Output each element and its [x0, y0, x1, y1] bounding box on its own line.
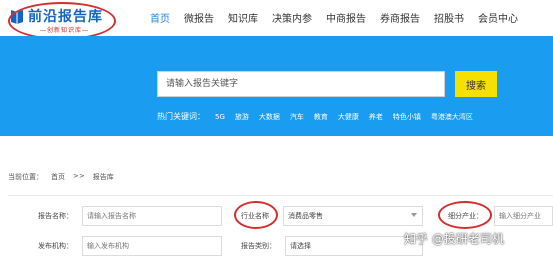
- nav-item-micro-report[interactable]: 微报告: [184, 10, 214, 25]
- breadcrumb-current: 报告库: [92, 173, 114, 181]
- filter-row-1: 报告名称：: [38, 206, 222, 226]
- nav-item-home[interactable]: 首页: [150, 10, 170, 25]
- industry-select[interactable]: 消费品零售: [283, 206, 423, 226]
- search-input[interactable]: [158, 72, 444, 96]
- hot-keywords: 热门关键词： 5G 旅游 大数据 汽车 教育 大健康 养老 特色小镇 粤港澳大湾…: [157, 111, 483, 122]
- breadcrumb-separator: >>: [73, 172, 85, 180]
- nav-item-knowledge-base[interactable]: 知识库: [228, 10, 258, 25]
- hot-keyword[interactable]: 汽车: [290, 112, 304, 122]
- hot-keyword[interactable]: 大健康: [338, 112, 359, 122]
- hot-keyword[interactable]: 粤港澳大湾区: [431, 112, 473, 122]
- breadcrumb-label: 当前位置：: [8, 173, 43, 181]
- category-filter: 报告类别： 请选择: [241, 236, 423, 256]
- hot-keyword[interactable]: 养老: [369, 112, 383, 122]
- category-select-value: 请选择: [290, 242, 311, 250]
- report-name-label: 报告名称：: [38, 212, 73, 220]
- hot-keyword[interactable]: 5G: [215, 113, 225, 121]
- category-label: 报告类别：: [241, 242, 276, 250]
- chevron-down-icon: [411, 213, 417, 217]
- nav-item-decision-insider[interactable]: 决策内参: [272, 10, 312, 25]
- main-nav: 首页 微报告 知识库 决策内参 中商报告 券商报告 招股书 会员中心: [150, 10, 532, 25]
- industry-select-value: 消费品零售: [288, 212, 323, 220]
- publisher-input[interactable]: [82, 236, 222, 256]
- nav-item-broker-report[interactable]: 券商报告: [380, 10, 420, 25]
- report-name-input[interactable]: [82, 206, 222, 226]
- industry-highlight-circle: [234, 201, 278, 229]
- top-bar: 前沿报告库 —创新知识库— 首页 微报告 知识库 决策内参 中商报告 券商报告 …: [0, 0, 553, 40]
- hot-keyword[interactable]: 大数据: [259, 112, 280, 122]
- nav-item-zhongshang-report[interactable]: 中商报告: [326, 10, 366, 25]
- logo-highlight-circle: [8, 2, 116, 40]
- hot-keyword[interactable]: 教育: [314, 112, 328, 122]
- nav-item-member-center[interactable]: 会员中心: [478, 10, 518, 25]
- breadcrumb: 当前位置： 首页 >> 报告库: [8, 172, 122, 182]
- hot-keyword[interactable]: 旅游: [235, 112, 249, 122]
- breadcrumb-home[interactable]: 首页: [51, 172, 65, 182]
- sub-industry-highlight-circle: [438, 201, 492, 229]
- nav-item-prospectus[interactable]: 招股书: [434, 10, 464, 25]
- hot-keyword[interactable]: 特色小镇: [393, 112, 421, 122]
- search-box: [157, 71, 445, 97]
- filter-row-2: 发布机构：: [38, 236, 222, 256]
- search-banner: 搜索 热门关键词： 5G 旅游 大数据 汽车 教育 大健康 养老 特色小镇 粤港…: [0, 36, 553, 136]
- site-logo[interactable]: 前沿报告库 —创新知识库—: [8, 2, 116, 40]
- sub-industry-input[interactable]: [494, 206, 553, 226]
- category-select[interactable]: 请选择: [285, 236, 423, 256]
- hot-keywords-label: 热门关键词：: [157, 112, 205, 121]
- search-button[interactable]: 搜索: [455, 71, 497, 97]
- watermark: 知乎 @投研老司机: [404, 232, 504, 246]
- publisher-label: 发布机构：: [38, 242, 73, 250]
